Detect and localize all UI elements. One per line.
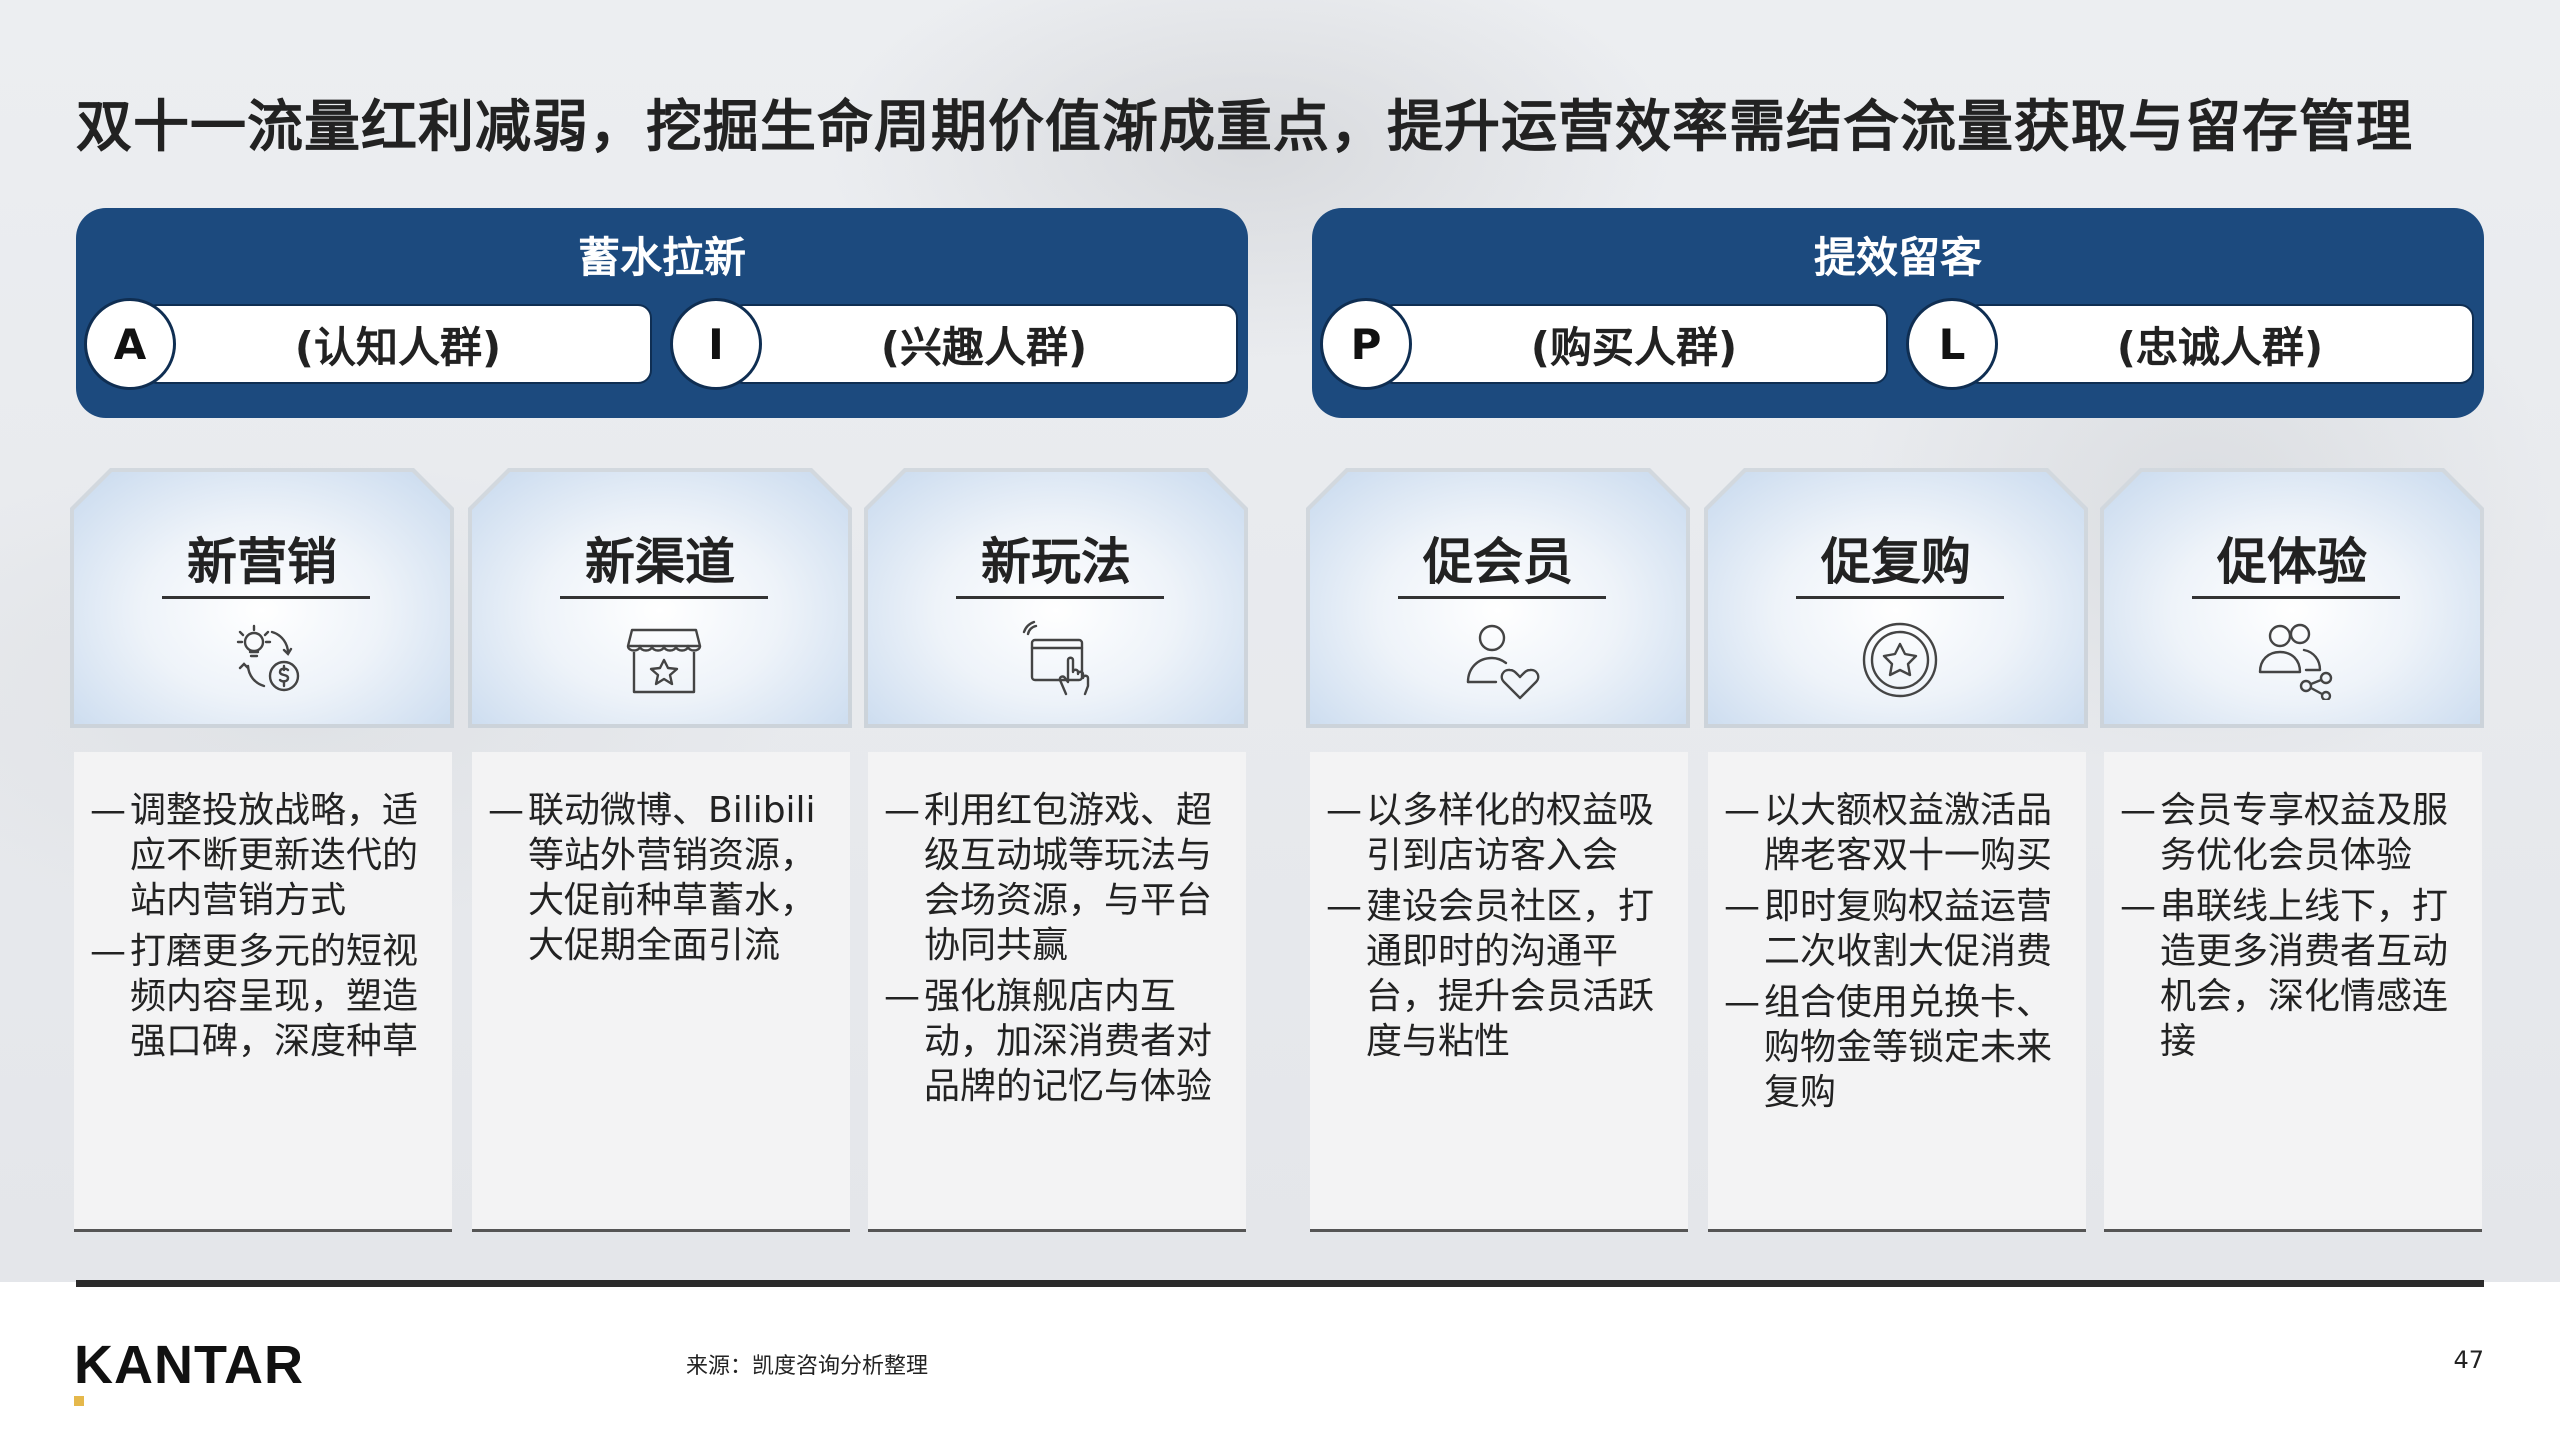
bullet: 利用红包游戏、超级互动城等玩法与会场资源，与平台协同共赢: [884, 788, 1230, 968]
bullet: 会员专享权益及服务优化会员体验: [2120, 788, 2466, 878]
card-body-repurchase: 以大额权益激活品牌老客双十一购买 即时复购权益运营二次收割大促消费 组合使用兑换…: [1708, 752, 2086, 1232]
card-title: 新玩法: [981, 533, 1131, 591]
group-title: 提效留客: [1813, 233, 1982, 282]
pill-letter: L: [1906, 298, 1998, 390]
bullet: 即时复购权益运营二次收割大促消费: [1724, 884, 2070, 974]
card-body-new-gameplay: 利用红包游戏、超级互动城等玩法与会场资源，与平台协同共赢 强化旗舰店内互动，加深…: [868, 752, 1246, 1232]
storefront-icon: [624, 620, 704, 700]
card-body-new-channel: 联动微博、Bilibili等站外营销资源，大促前种草蓄水，大促期全面引流: [472, 752, 850, 1232]
card-title: 促体验: [2217, 533, 2367, 591]
footer-area: [0, 1282, 2560, 1440]
group-acquisition: 蓄水拉新 (认知人群) A (兴趣人群) I: [76, 208, 1248, 418]
pill-label: (兴趣人群): [730, 304, 1238, 384]
card-title: 促会员: [1423, 533, 1573, 591]
pill-label: (忠诚人群): [1966, 304, 2474, 384]
page-title: 双十一流量红利减弱，挖掘生命周期价值渐成重点，提升运营效率需结合流量获取与留存管…: [76, 95, 2413, 160]
pill-letter: P: [1320, 298, 1412, 390]
page-number: 47: [2453, 1346, 2484, 1374]
card-head-experience: 促体验: [2100, 468, 2484, 728]
pill-p: (购买人群) P: [1320, 298, 1892, 390]
bullet: 调整投放战略，适应不断更新迭代的站内营销方式: [90, 788, 436, 923]
bullet: 建设会员社区，打通即时的沟通平台，提升会员活跃度与粘性: [1326, 884, 1672, 1064]
card-head-new-marketing: 新营销: [70, 468, 454, 728]
card-head-new-gameplay: 新玩法: [864, 468, 1248, 728]
idea-money-icon: [226, 620, 306, 700]
bullet: 打磨更多元的短视频内容呈现，塑造强口碑，深度种草: [90, 929, 436, 1064]
pill-letter: I: [670, 298, 762, 390]
card-body-new-marketing: 调整投放战略，适应不断更新迭代的站内营销方式 打磨更多元的短视频内容呈现，塑造强…: [74, 752, 452, 1232]
pill-letter: A: [84, 298, 176, 390]
logo-accent: [74, 1396, 84, 1406]
pill-a: (认知人群) A: [84, 298, 656, 390]
pill-label: (认知人群): [144, 304, 652, 384]
bullet: 以多样化的权益吸引到店访客入会: [1326, 788, 1672, 878]
pill-i: (兴趣人群) I: [670, 298, 1242, 390]
bullet: 联动微博、Bilibili等站外营销资源，大促前种草蓄水，大促期全面引流: [488, 788, 834, 968]
bullet: 强化旗舰店内互动，加深消费者对品牌的记忆与体验: [884, 974, 1230, 1109]
kantar-logo: KANTAR: [74, 1335, 304, 1395]
card-title: 促复购: [1821, 533, 1971, 591]
source-note: 来源：凯度咨询分析整理: [686, 1354, 929, 1379]
screen-tap-icon: [1020, 620, 1100, 700]
card-title: 新营销: [187, 533, 337, 591]
bullet: 组合使用兑换卡、购物金等锁定未来复购: [1724, 980, 2070, 1115]
group-title: 蓄水拉新: [577, 233, 746, 282]
card-head-repurchase: 促复购: [1704, 468, 2088, 728]
pill-l: (忠诚人群) L: [1906, 298, 2478, 390]
footer-divider: [76, 1280, 2484, 1287]
card-head-membership: 促会员: [1306, 468, 1690, 728]
card-body-membership: 以多样化的权益吸引到店访客入会 建设会员社区，打通即时的沟通平台，提升会员活跃度…: [1310, 752, 1688, 1232]
bullet: 串联线上线下，打造更多消费者互动机会，深化情感连接: [2120, 884, 2466, 1064]
group-retention: 提效留客 (购买人群) P (忠诚人群) L: [1312, 208, 2484, 418]
user-heart-icon: [1462, 620, 1542, 700]
users-share-icon: [2256, 620, 2336, 702]
card-title: 新渠道: [585, 533, 735, 591]
card-head-new-channel: 新渠道: [468, 468, 852, 728]
card-body-experience: 会员专享权益及服务优化会员体验 串联线上线下，打造更多消费者互动机会，深化情感连…: [2104, 752, 2482, 1232]
pill-label: (购买人群): [1380, 304, 1888, 384]
bullet: 以大额权益激活品牌老客双十一购买: [1724, 788, 2070, 878]
star-badge-icon: [1860, 620, 1940, 700]
